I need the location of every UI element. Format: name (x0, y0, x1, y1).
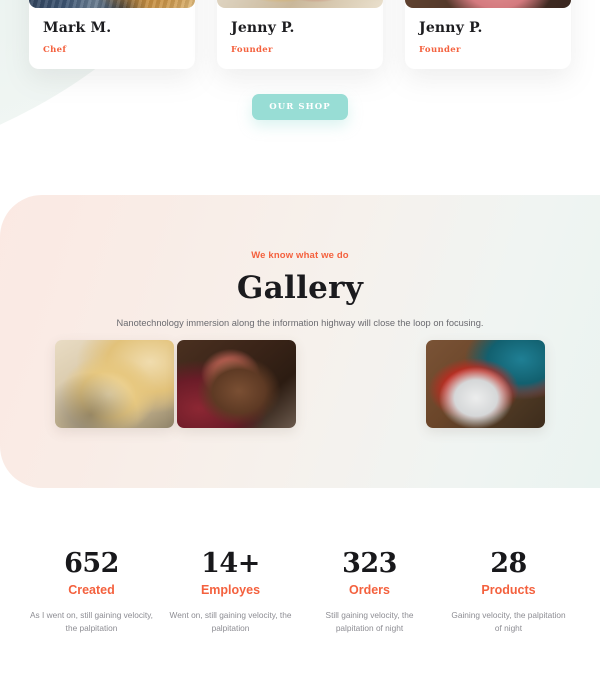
gallery-grid-gap (175, 340, 176, 428)
team-card-body: Jenny P. Founder (217, 8, 383, 69)
stat-item: 14+ Employes Went on, still gaining velo… (161, 548, 300, 636)
team-member-role: Founder (231, 45, 273, 55)
team-member-photo (405, 0, 571, 8)
stat-description: Went on, still gaining velocity, the pal… (169, 610, 292, 634)
team-card[interactable]: Jenny P. Founder (405, 0, 571, 69)
stat-label: Products (481, 583, 536, 597)
stat-label: Orders (349, 583, 390, 597)
team-card-list: Mark M. Chef Jenny P. Founder Jenny P. F… (0, 0, 600, 69)
shop-button-wrapper: OUR SHOP (0, 94, 600, 120)
gallery-title: Gallery (236, 270, 364, 306)
gallery-eyebrow: We know what we do (251, 250, 349, 261)
team-member-role: Founder (419, 45, 461, 55)
team-member-photo (29, 0, 195, 8)
team-member-name: Jenny P. (231, 20, 295, 36)
stat-description: As I went on, still gaining velocity, th… (30, 610, 153, 634)
stat-number: 652 (64, 548, 119, 579)
our-shop-button[interactable]: OUR SHOP (252, 94, 348, 120)
team-member-name: Mark M. (43, 20, 112, 36)
team-member-role: Chef (43, 45, 67, 55)
stat-number: 28 (490, 548, 527, 579)
stat-description: Still gaining velocity, the palpitation … (325, 610, 414, 634)
gallery-section: We know what we do Gallery Nanotechnolog… (0, 195, 600, 488)
gallery-image-grid (0, 340, 600, 428)
landing-page: Mark M. Chef Jenny P. Founder Jenny P. F… (0, 0, 600, 680)
stat-number: 323 (342, 548, 397, 579)
stat-number: 14+ (201, 548, 260, 579)
stat-label: Created (68, 583, 115, 597)
stat-description: Gaining velocity, the palpitation of nig… (451, 610, 566, 634)
team-section: Mark M. Chef Jenny P. Founder Jenny P. F… (0, 0, 600, 192)
stat-label: Employes (200, 583, 261, 597)
team-card-body: Mark M. Chef (29, 8, 195, 69)
gallery-subtitle: Nanotechnology immersion along the infor… (116, 318, 484, 328)
stats-section: 652 Created As I went on, still gaining … (0, 548, 600, 636)
gallery-image[interactable] (426, 340, 545, 428)
gallery-image[interactable] (55, 340, 174, 428)
team-card[interactable]: Mark M. Chef (29, 0, 195, 69)
gallery-image[interactable] (177, 340, 296, 428)
gallery-grid-spacer (297, 340, 425, 428)
team-card[interactable]: Jenny P. Founder (217, 0, 383, 69)
stat-item: 28 Products Gaining velocity, the palpit… (439, 548, 578, 636)
stat-item: 652 Created As I went on, still gaining … (22, 548, 161, 636)
stat-item: 323 Orders Still gaining velocity, the p… (300, 548, 439, 636)
gallery-header: We know what we do Gallery Nanotechnolog… (0, 195, 600, 328)
team-member-name: Jenny P. (419, 20, 483, 36)
team-member-photo (217, 0, 383, 8)
team-card-body: Jenny P. Founder (405, 8, 571, 69)
